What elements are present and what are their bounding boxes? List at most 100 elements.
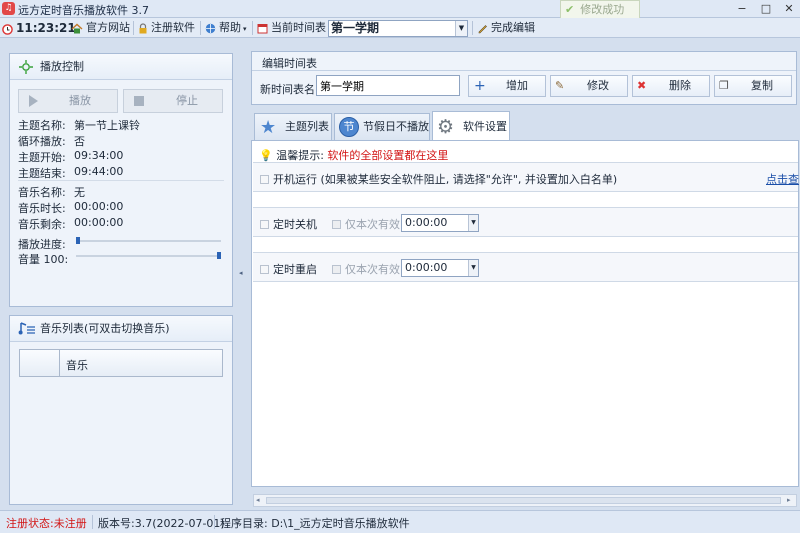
toolbar-divider <box>200 21 201 35</box>
toast-notification: ✔ 修改成功 <box>560 0 640 20</box>
shutdown-checkbox[interactable] <box>260 217 269 230</box>
toolbar-divider <box>133 21 134 35</box>
window-title: 远方定时音乐播放软件 3.7 <box>18 4 149 17</box>
scroll-right-icon[interactable]: ▸ <box>787 496 791 504</box>
edit-button[interactable]: ✎ 修改 <box>550 75 628 97</box>
tab-label: 软件设置 <box>463 120 507 133</box>
volume-label: 音量 100: <box>18 253 69 266</box>
scrollbar-thumb[interactable] <box>266 497 781 504</box>
close-button[interactable]: ✕ <box>777 1 800 17</box>
shutdown-row: 定时关机 仅本次有效 0:00:00 ▼ <box>253 207 798 237</box>
playback-control-icon <box>19 60 33 74</box>
help-label: 帮助 <box>219 21 241 34</box>
finish-edit-button[interactable]: 完成编辑 <box>477 18 535 38</box>
register-button[interactable]: 注册软件 <box>138 18 195 38</box>
timetable-select[interactable]: 第一学期 ▼ <box>328 20 468 37</box>
help-menu[interactable]: 帮助 ▾ <box>205 18 247 38</box>
restart-time-value: 0:00:00 <box>405 261 448 274</box>
registration-status: 注册状态:未注册 <box>6 517 87 530</box>
horizontal-scrollbar[interactable]: ◂ ▸ <box>253 494 797 507</box>
delete-label: 删除 <box>669 79 691 92</box>
toolbar: 11:23:21 官方网站 注册软件 帮助 ▾ 当前时间表 第一学期 ▼ 完成编辑 <box>0 18 800 38</box>
clock-time: 11:23:21 <box>16 21 76 35</box>
shutdown-once-checkbox[interactable] <box>332 217 341 230</box>
new-name-label: 新时间表名 <box>260 83 315 96</box>
scroll-left-icon[interactable]: ◂ <box>256 496 260 504</box>
chevron-down-icon: ▾ <box>243 25 247 33</box>
shutdown-time-field[interactable]: 0:00:00 ▼ <box>401 214 479 232</box>
shutdown-once-label: 仅本次有效 <box>345 218 400 231</box>
chevron-down-icon[interactable]: ▼ <box>468 260 478 276</box>
info-row: 音乐剩余: 00:00:00 <box>18 216 124 231</box>
edit-label: 修改 <box>587 79 609 92</box>
new-timetable-name-input[interactable] <box>316 75 460 96</box>
tab-label: 节假日不播放 <box>363 120 429 133</box>
maximize-button[interactable]: □ <box>754 1 778 17</box>
chevron-down-icon[interactable]: ▼ <box>468 215 478 231</box>
restart-once-checkbox[interactable] <box>332 262 341 275</box>
delete-button[interactable]: ✖ 删除 <box>632 75 710 97</box>
home-icon <box>71 23 83 33</box>
clock-icon <box>2 23 13 35</box>
progress-thumb[interactable] <box>76 237 80 244</box>
toast-text: 修改成功 <box>580 3 625 16</box>
autostart-label: 开机运行 (如果被某些安全软件阻止, 请选择"允许", 并设置加入白名单) <box>273 173 618 186</box>
pencil-icon <box>478 24 487 33</box>
music-list-icon <box>18 322 35 335</box>
tab-holiday[interactable]: 节 节假日不播放 <box>334 113 430 141</box>
volume-track <box>76 255 221 257</box>
settings-panel <box>251 140 799 487</box>
progress-label: 播放进度: <box>18 238 66 251</box>
restart-label: 定时重启 <box>273 263 317 276</box>
tab-topic-list[interactable]: ★ 主题列表 <box>254 113 332 141</box>
restart-once-label: 仅本次有效 <box>345 263 400 276</box>
star-icon: ★ <box>260 117 277 138</box>
shutdown-time-value: 0:00:00 <box>405 216 448 229</box>
splitter-handle[interactable]: ◂ <box>239 269 243 277</box>
restart-checkbox[interactable] <box>260 262 269 275</box>
music-column-header[interactable]: 音乐 <box>66 357 88 373</box>
autostart-row: 开机运行 (如果被某些安全软件阻止, 请选择"允许", 并设置加入白名单) 点击… <box>253 162 799 192</box>
play-icon <box>29 95 38 107</box>
tip-label: 温馨提示: <box>276 149 324 162</box>
minimize-button[interactable]: − <box>730 1 754 17</box>
chevron-down-icon[interactable]: ▼ <box>455 21 467 36</box>
volume-slider[interactable] <box>76 250 221 261</box>
official-site-button[interactable]: 官方网站 <box>71 18 130 38</box>
status-divider <box>92 515 93 529</box>
volume-thumb[interactable] <box>217 252 221 259</box>
finish-edit-label: 完成编辑 <box>491 21 535 34</box>
copy-button[interactable]: ❐ 复制 <box>714 75 792 97</box>
timetable-select-value: 第一学期 <box>331 21 380 35</box>
tip-text: 软件的全部设置都在这里 <box>327 149 449 162</box>
tab-label: 主题列表 <box>285 120 329 133</box>
delete-x-icon: ✖ <box>637 79 647 92</box>
status-bar: 注册状态:未注册 版本号:3.7(2022-07-01) 程序目录: D:\1_… <box>0 510 800 533</box>
playback-panel: 播放控制 播放 停止 主题名称: 第一节上课铃 循环播放: 否 主题开始: 09:34… <box>9 53 233 307</box>
tab-settings[interactable]: ⚙ 软件设置 <box>432 111 510 142</box>
music-list-title: 音乐列表(可双击切换音乐) <box>40 322 170 335</box>
lightbulb-icon: 💡 <box>259 149 273 162</box>
play-button[interactable]: 播放 <box>18 89 118 113</box>
copy-label: 复制 <box>751 79 773 92</box>
calendar-icon <box>257 23 268 33</box>
restart-time-field[interactable]: 0:00:00 ▼ <box>401 259 479 277</box>
holiday-badge-icon: 节 <box>339 117 359 137</box>
toolbar-divider <box>472 21 473 35</box>
pencil-icon: ✎ <box>555 79 565 92</box>
toolbar-divider <box>252 21 253 35</box>
autostart-checkbox[interactable] <box>260 172 269 185</box>
progress-slider[interactable] <box>76 235 221 246</box>
info-row: 音乐时长: 00:00:00 <box>18 200 124 215</box>
info-row: 循环播放: 否 <box>18 135 85 148</box>
stop-button[interactable]: 停止 <box>123 89 223 113</box>
add-label: 增加 <box>506 79 528 92</box>
add-button[interactable]: + 增加 <box>468 75 546 97</box>
stop-label: 停止 <box>176 94 198 107</box>
playback-info: 主题名称: 第一节上课铃 循环播放: 否 主题开始: 09:34:00 主题结束: 09… <box>18 117 224 232</box>
autostart-help-link[interactable]: 点击查 <box>766 171 799 187</box>
music-list-panel: 音乐列表(可双击切换音乐) 音乐 <box>9 315 233 505</box>
restart-row: 定时重启 仅本次有效 0:00:00 ▼ <box>253 252 798 282</box>
progress-track <box>76 240 221 242</box>
shutdown-label: 定时关机 <box>273 218 317 231</box>
